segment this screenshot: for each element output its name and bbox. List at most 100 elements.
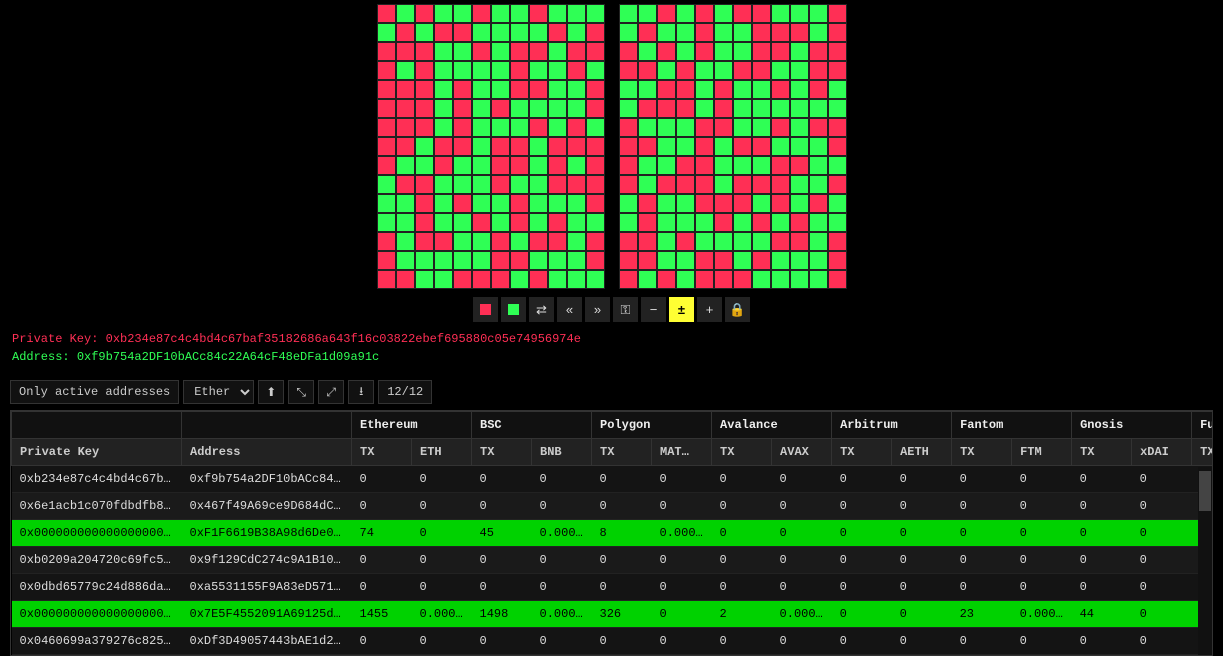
bit-cell[interactable] bbox=[695, 23, 714, 42]
bit-cell[interactable] bbox=[619, 23, 638, 42]
bit-cell[interactable] bbox=[752, 80, 771, 99]
bit-cell[interactable] bbox=[771, 194, 790, 213]
bit-cell[interactable] bbox=[510, 251, 529, 270]
bit-cell[interactable] bbox=[752, 213, 771, 232]
bit-cell[interactable] bbox=[377, 213, 396, 232]
bit-cell[interactable] bbox=[619, 137, 638, 156]
bit-cell[interactable] bbox=[491, 118, 510, 137]
bit-cell[interactable] bbox=[657, 118, 676, 137]
bit-cell[interactable] bbox=[472, 251, 491, 270]
bit-cell[interactable] bbox=[396, 137, 415, 156]
bit-cell[interactable] bbox=[771, 270, 790, 289]
bit-cell[interactable] bbox=[586, 137, 605, 156]
bit-cell[interactable] bbox=[567, 4, 586, 23]
bit-cell[interactable] bbox=[529, 80, 548, 99]
bit-cell[interactable] bbox=[491, 42, 510, 61]
bit-cell[interactable] bbox=[828, 156, 847, 175]
bit-cell[interactable] bbox=[657, 80, 676, 99]
bit-cell[interactable] bbox=[510, 23, 529, 42]
bit-cell[interactable] bbox=[733, 137, 752, 156]
bit-cell[interactable] bbox=[510, 175, 529, 194]
bit-cell[interactable] bbox=[491, 156, 510, 175]
column-header[interactable]: TX bbox=[472, 439, 532, 466]
bit-cell[interactable] bbox=[733, 194, 752, 213]
bit-cell[interactable] bbox=[453, 270, 472, 289]
bit-cell[interactable] bbox=[733, 99, 752, 118]
bit-cell[interactable] bbox=[567, 80, 586, 99]
bit-cell[interactable] bbox=[676, 213, 695, 232]
bit-cell[interactable] bbox=[752, 175, 771, 194]
column-header[interactable]: TX bbox=[832, 439, 892, 466]
bit-cell[interactable] bbox=[695, 61, 714, 80]
bit-cell[interactable] bbox=[491, 175, 510, 194]
bit-cell[interactable] bbox=[510, 61, 529, 80]
bit-cell[interactable] bbox=[828, 270, 847, 289]
bit-cell[interactable] bbox=[676, 156, 695, 175]
bit-cell[interactable] bbox=[510, 42, 529, 61]
bit-cell[interactable] bbox=[415, 270, 434, 289]
bit-cell[interactable] bbox=[377, 175, 396, 194]
bit-cell[interactable] bbox=[548, 118, 567, 137]
bit-cell[interactable] bbox=[771, 175, 790, 194]
bit-cell[interactable] bbox=[771, 232, 790, 251]
bit-cell[interactable] bbox=[619, 156, 638, 175]
bit-cell[interactable] bbox=[586, 23, 605, 42]
mark-red-button[interactable] bbox=[473, 297, 498, 322]
bit-cell[interactable] bbox=[472, 156, 491, 175]
bit-cell[interactable] bbox=[676, 42, 695, 61]
table-row[interactable]: 0x00000000000000000000000…0xF1F6619B38A9… bbox=[12, 520, 1214, 547]
bit-cell[interactable] bbox=[548, 137, 567, 156]
bit-cell[interactable] bbox=[809, 194, 828, 213]
bit-cell[interactable] bbox=[657, 251, 676, 270]
bit-cell[interactable] bbox=[491, 4, 510, 23]
bit-cell[interactable] bbox=[434, 23, 453, 42]
bit-cell[interactable] bbox=[657, 175, 676, 194]
bit-cell[interactable] bbox=[733, 23, 752, 42]
bit-cell[interactable] bbox=[396, 213, 415, 232]
bit-cell[interactable] bbox=[396, 42, 415, 61]
bit-cell[interactable] bbox=[828, 4, 847, 23]
bit-cell[interactable] bbox=[586, 4, 605, 23]
bit-cell[interactable] bbox=[510, 118, 529, 137]
bit-cell[interactable] bbox=[510, 80, 529, 99]
key-button[interactable]: ⚿ bbox=[613, 297, 638, 322]
bit-cell[interactable] bbox=[548, 61, 567, 80]
bit-cell[interactable] bbox=[733, 61, 752, 80]
bit-cell[interactable] bbox=[415, 23, 434, 42]
bit-cell[interactable] bbox=[567, 61, 586, 80]
bit-cell[interactable] bbox=[396, 23, 415, 42]
bit-cell[interactable] bbox=[529, 137, 548, 156]
bit-cell[interactable] bbox=[752, 42, 771, 61]
bit-cell[interactable] bbox=[809, 137, 828, 156]
bit-cell[interactable] bbox=[619, 42, 638, 61]
bit-cell[interactable] bbox=[472, 175, 491, 194]
table-row[interactable]: 0xb0209a204720c69fc541b80…0x9f129CdC274c… bbox=[12, 547, 1214, 574]
column-header[interactable]: TX bbox=[712, 439, 772, 466]
bit-cell[interactable] bbox=[733, 80, 752, 99]
bit-cell[interactable] bbox=[790, 23, 809, 42]
bit-cell[interactable] bbox=[790, 61, 809, 80]
bit-cell[interactable] bbox=[619, 118, 638, 137]
column-header[interactable]: Private Key bbox=[12, 439, 182, 466]
bit-cell[interactable] bbox=[828, 232, 847, 251]
bit-cell[interactable] bbox=[752, 4, 771, 23]
back-button[interactable]: « bbox=[557, 297, 582, 322]
bit-cell[interactable] bbox=[510, 194, 529, 213]
bit-cell[interactable] bbox=[567, 251, 586, 270]
bit-cell[interactable] bbox=[638, 137, 657, 156]
column-header[interactable]: ETH bbox=[412, 439, 472, 466]
bit-cell[interactable] bbox=[567, 137, 586, 156]
bit-cell[interactable] bbox=[548, 80, 567, 99]
bit-cell[interactable] bbox=[491, 251, 510, 270]
bit-cell[interactable] bbox=[434, 118, 453, 137]
bit-cell[interactable] bbox=[771, 99, 790, 118]
bit-cell[interactable] bbox=[657, 99, 676, 118]
minus-button[interactable]: − bbox=[641, 297, 666, 322]
bit-cell[interactable] bbox=[695, 175, 714, 194]
bit-cell[interactable] bbox=[586, 61, 605, 80]
bit-cell[interactable] bbox=[586, 80, 605, 99]
bit-cell[interactable] bbox=[377, 118, 396, 137]
bit-cell[interactable] bbox=[396, 61, 415, 80]
bit-cell[interactable] bbox=[434, 80, 453, 99]
bit-cell[interactable] bbox=[733, 213, 752, 232]
